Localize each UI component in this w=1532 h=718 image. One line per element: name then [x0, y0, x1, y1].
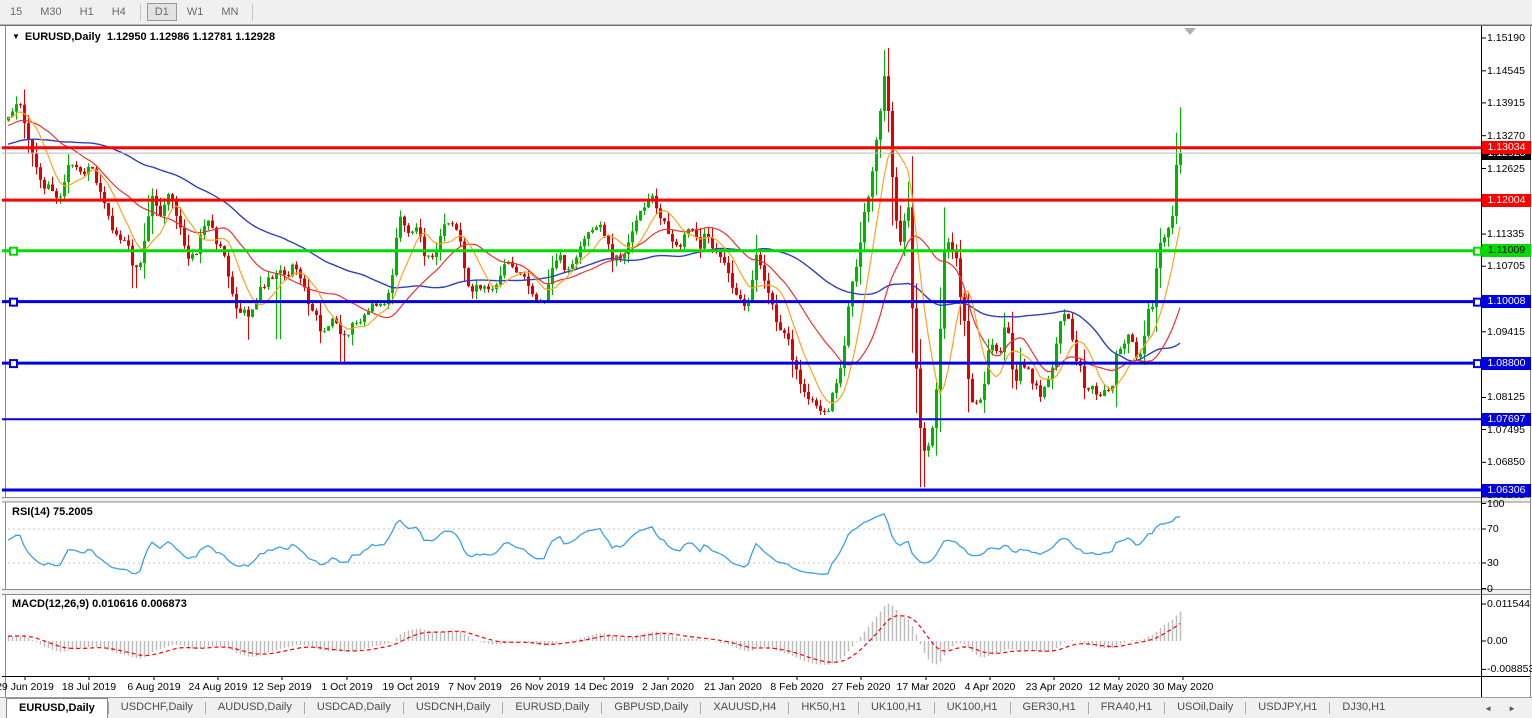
date-axis-label: 1 Oct 2019	[321, 681, 372, 693]
macd-label: MACD(12,26,9) 0.010616 0.006873	[12, 598, 187, 610]
symbol-tab-4[interactable]: USDCNH,Daily	[404, 698, 503, 718]
date-axis-label: 24 Aug 2019	[189, 681, 248, 693]
date-axis-label: 27 Feb 2020	[832, 681, 891, 693]
hline-price-badge: 1.11009	[1482, 244, 1531, 257]
hline-handle	[1474, 299, 1481, 306]
price-axis-tick: 1.14545	[1487, 65, 1525, 77]
symbol-tab-5[interactable]: EURUSD,Daily	[503, 698, 601, 718]
chart-canvas[interactable]	[0, 0, 1532, 718]
hline-handle	[10, 299, 17, 306]
price-axis-tick: 1.15190	[1487, 32, 1525, 44]
hline-price-badge: 1.13034	[1482, 141, 1531, 154]
hline-handle	[1474, 360, 1481, 367]
date-axis-label: 12 May 2020	[1089, 681, 1150, 693]
date-axis-label: 4 Apr 2020	[965, 681, 1016, 693]
symbol-tab-9[interactable]: UK100,H1	[859, 698, 934, 718]
hline-price-badge: 1.12004	[1482, 194, 1531, 207]
date-axis-label: 7 Nov 2019	[448, 681, 502, 693]
macd-axis-tick: -0.008853	[1487, 663, 1532, 675]
symbol-tab-1[interactable]: USDCHF,Daily	[109, 698, 205, 718]
date-axis-label: 17 Mar 2020	[897, 681, 956, 693]
symbol-tab-8[interactable]: HK50,H1	[789, 698, 858, 718]
hline-handle	[10, 248, 17, 255]
price-axis-tick: 1.10705	[1487, 260, 1525, 272]
date-axis-label: 23 Apr 2020	[1026, 681, 1083, 693]
date-axis-label: 6 Aug 2019	[127, 681, 180, 693]
symbol-tab-12[interactable]: FRA40,H1	[1089, 698, 1164, 718]
symbol-tab-13[interactable]: USOil,Daily	[1165, 698, 1245, 718]
symbol-tab-3[interactable]: USDCAD,Daily	[305, 698, 403, 718]
date-axis-label: 2 Jan 2020	[642, 681, 694, 693]
date-axis-label: 30 May 2020	[1153, 681, 1214, 693]
hline-price-badge: 1.06306	[1482, 484, 1531, 497]
date-axis-label: 21 Jan 2020	[704, 681, 762, 693]
price-axis-tick: 1.09415	[1487, 326, 1525, 338]
hline-price-badge: 1.08800	[1482, 357, 1531, 370]
date-axis-label: 14 Dec 2019	[574, 681, 634, 693]
hline-price-badge: 1.07697	[1482, 413, 1531, 426]
price-axis-tick: 1.13915	[1487, 97, 1525, 109]
price-axis-tick: 1.06850	[1487, 456, 1525, 468]
symbol-tab-10[interactable]: UK100,H1	[935, 698, 1010, 718]
date-axis-label: 26 Nov 2019	[510, 681, 570, 693]
rsi-axis-tick: 70	[1487, 523, 1499, 535]
tab-scroll-right-icon[interactable]: ►	[1500, 704, 1524, 713]
tab-scroll-arrows: ◄►	[1476, 698, 1532, 718]
hline-handle	[1474, 248, 1481, 255]
date-axis-label: 29 Jun 2019	[0, 681, 54, 693]
hline-handle	[10, 360, 17, 367]
chart-symbol: EURUSD,Daily	[25, 31, 101, 43]
chart-ohlc: 1.12950 1.12986 1.12781 1.12928	[107, 31, 275, 43]
price-axis-tick: 1.11335	[1487, 228, 1524, 240]
rsi-axis-tick: 30	[1487, 557, 1499, 569]
rsi-axis-tick: 100	[1487, 498, 1505, 510]
tab-scroll-left-icon[interactable]: ◄	[1476, 704, 1500, 713]
price-axis-tick: 1.08125	[1487, 391, 1525, 403]
price-axis-tick: 1.12625	[1487, 163, 1525, 175]
symbol-tab-11[interactable]: GER30,H1	[1011, 698, 1088, 718]
symbol-tab-6[interactable]: GBPUSD,Daily	[602, 698, 700, 718]
symbol-tab-2[interactable]: AUDUSD,Daily	[206, 698, 304, 718]
symbol-tab-15[interactable]: DJ30,H1	[1330, 698, 1397, 718]
hline-price-badge: 1.10008	[1482, 295, 1531, 308]
symbol-tabbar: EURUSD,DailyUSDCHF,DailyAUDUSD,DailyUSDC…	[0, 697, 1532, 718]
symbol-tab-0[interactable]: EURUSD,Daily	[6, 698, 108, 718]
date-axis-label: 12 Sep 2019	[252, 681, 312, 693]
rsi-label: RSI(14) 75.2005	[12, 506, 93, 518]
rsi-axis-tick: 0	[1487, 583, 1493, 595]
date-axis-label: 8 Feb 2020	[770, 681, 823, 693]
date-axis-label: 19 Oct 2019	[382, 681, 439, 693]
collapse-icon[interactable]: ▼	[12, 32, 20, 41]
date-axis-label: 18 Jul 2019	[62, 681, 116, 693]
symbol-tab-7[interactable]: XAUUSD,H4	[701, 698, 788, 718]
symbol-tab-14[interactable]: USDJPY,H1	[1246, 698, 1329, 718]
macd-axis-tick: 0.011544	[1487, 598, 1530, 610]
macd-axis-tick: 0.00	[1487, 635, 1507, 647]
chart-title: ▼ EURUSD,Daily 1.12950 1.12986 1.12781 1.…	[12, 31, 275, 43]
